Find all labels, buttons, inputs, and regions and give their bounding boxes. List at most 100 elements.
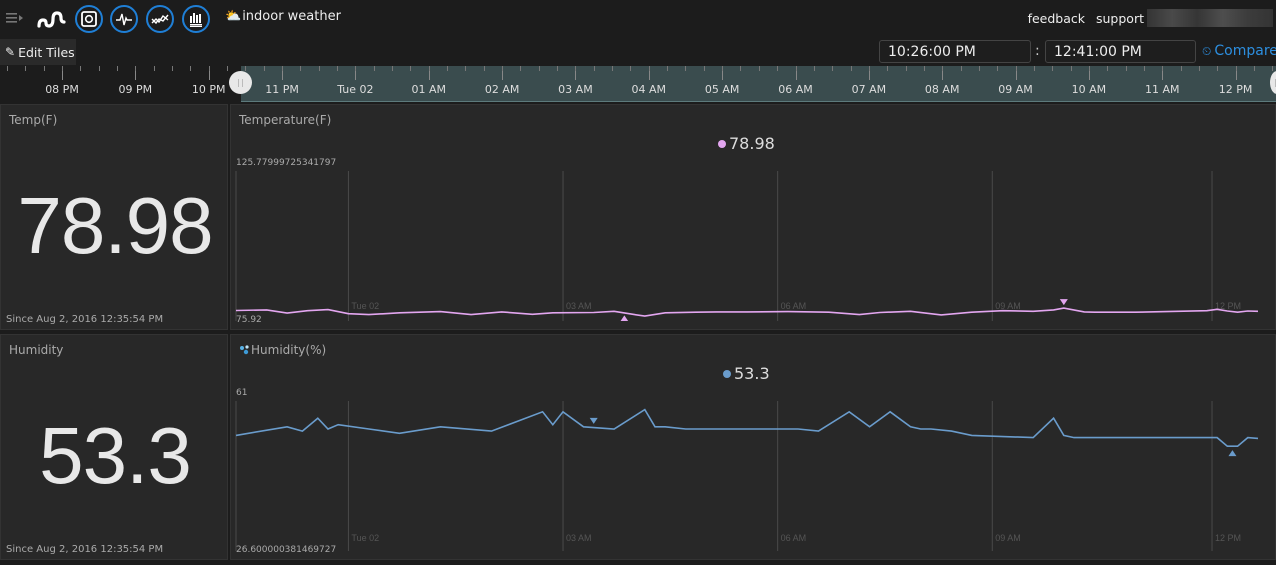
selected-range[interactable]: [241, 66, 1276, 102]
bars-app-icon: [190, 13, 202, 27]
timeline-minor-tick: [575, 66, 577, 71]
chart-title: Humidity(%): [251, 343, 327, 357]
timeline-minor-tick: [190, 66, 192, 71]
support-link[interactable]: support: [1096, 11, 1144, 26]
compare-button[interactable]: ⏲ Compare: [1202, 43, 1276, 59]
time-range-slider[interactable]: 08 PM 09 PM 10 PM 11 PM Tue 02 01 AM 02 AM 03 A…: [0, 66, 1276, 102]
timeline-label: 06 AM: [778, 83, 813, 96]
series-line[interactable]: [235, 307, 1259, 317]
x-tick-label: 06 AM: [781, 533, 807, 543]
temp-current-value: 78.98: [17, 181, 213, 270]
hamburger-menu-icon[interactable]: [6, 11, 24, 25]
timeline-label: 03 AM: [558, 83, 593, 96]
timeline-minor-tick: [483, 66, 485, 71]
safe-app-icon: [81, 11, 97, 27]
chart-title: Temperature(F): [239, 113, 332, 127]
timeline-label: 02 AM: [484, 83, 520, 96]
timeline-minor-tick: [98, 66, 100, 71]
tile-title: Temp(F): [9, 113, 58, 127]
timeline-minor-tick: [1125, 66, 1127, 71]
edit-tiles-button[interactable]: ✎ Edit Tiles: [0, 39, 76, 65]
timeline-minor-tick: [43, 66, 45, 71]
timeline-minor-tick: [337, 66, 339, 71]
timeline-minor-tick: [355, 66, 357, 71]
safe-app-button[interactable]: [75, 5, 103, 33]
timeline-minor-tick: [538, 66, 540, 71]
timeline-minor-tick: [1033, 66, 1035, 71]
current-value-text: 53.3: [734, 364, 770, 383]
timeline-label: 08 PM: [45, 83, 79, 96]
wave-logo-icon[interactable]: [37, 8, 67, 30]
timeline-label: 11 PM: [265, 83, 299, 96]
timeline-label: 09 AM: [998, 83, 1033, 96]
top-bar: ⛅ indoor weather feedback support: [0, 0, 1276, 38]
timeline-minor-tick: [172, 66, 174, 71]
tile-title: Humidity: [9, 343, 64, 357]
user-account-menu[interactable]: [1147, 9, 1273, 27]
legend-dot: [723, 369, 731, 378]
timeline-minor-tick: [612, 66, 614, 71]
timeline-minor-tick: [117, 66, 118, 71]
chart-current-value: 53.3: [723, 364, 770, 383]
humidity-current-value: 53.3: [39, 411, 192, 500]
timeline-minor-tick: [1217, 66, 1219, 71]
timeline-minor-tick: [1162, 66, 1164, 71]
time-separator: :: [1035, 43, 1040, 59]
bars-app-button[interactable]: [182, 5, 210, 33]
timeline-minor-tick: [942, 66, 944, 71]
timeline-label: 07 AM: [851, 83, 887, 96]
temperature-chart-tile[interactable]: Temperature(F) 78.98 125.77999725341797 …: [230, 104, 1276, 330]
timeline-minor-tick: [630, 66, 632, 71]
timeline-minor-tick: [1272, 66, 1274, 71]
dashboard-title[interactable]: ⛅ indoor weather: [225, 9, 341, 24]
timeline-minor-tick: [557, 66, 559, 71]
x-tick-label: 12 PM: [1215, 533, 1241, 543]
timeline-minor-tick: [1235, 66, 1237, 71]
legend-dot: [718, 139, 726, 148]
y-max-label: 125.77999725341797: [236, 158, 337, 168]
current-value-text: 78.98: [729, 134, 775, 153]
humidity-chart-tile[interactable]: Humidity(%) 53.3 61 26.600000381469727 T…: [230, 334, 1276, 560]
timeline-minor-tick: [1143, 66, 1145, 71]
humidity-value-tile[interactable]: Humidity 53.3 Since Aug 2, 2016 12:35:54…: [0, 334, 228, 560]
end-time-input[interactable]: 12:41:00 PM: [1045, 40, 1196, 63]
dashboard-title-text: indoor weather: [242, 9, 341, 24]
x-tick-label: Tue 02: [351, 301, 379, 311]
timeline-label: 10 AM: [1071, 83, 1107, 96]
timeline-minor-tick: [373, 66, 375, 71]
timeline-minor-tick: [850, 66, 852, 71]
timeline-label: 08 AM: [924, 83, 960, 96]
timeline-label: 11 AM: [1144, 83, 1180, 96]
timeline-minor-tick: [428, 66, 430, 71]
trend-app-button[interactable]: [146, 5, 174, 33]
timeline-minor-tick: [227, 66, 229, 71]
max-marker: [1059, 299, 1068, 306]
start-time-input[interactable]: 10:26:00 PM: [879, 40, 1031, 63]
timeline-label: 05 AM: [704, 83, 740, 96]
range-start-handle[interactable]: [229, 71, 252, 94]
timeline-minor-tick: [667, 66, 669, 71]
timeline-minor-tick: [868, 66, 870, 71]
feedback-link[interactable]: feedback: [1028, 11, 1085, 26]
temp-value-tile[interactable]: Temp(F) 78.98 Since Aug 2, 2016 12:35:54…: [0, 104, 228, 330]
timeline-minor-tick: [593, 66, 595, 71]
timeline-minor-tick: [648, 66, 650, 71]
min-marker: [620, 315, 629, 321]
timeline-minor-tick: [25, 66, 27, 71]
timeline-minor-tick: [832, 66, 834, 71]
pulse-app-icon: [116, 13, 132, 26]
timeline-minor-tick: [245, 66, 247, 71]
humidity-line-chart[interactable]: Tue 02 03 AM 06 AM 09 AM 12 PM: [235, 401, 1261, 551]
chart-title-row: Humidity(%): [239, 343, 326, 357]
timeline-label: 01 AM: [411, 83, 447, 96]
pulse-app-button[interactable]: [110, 5, 138, 33]
series-line[interactable]: [235, 408, 1259, 447]
timeline-minor-tick: [1015, 66, 1017, 71]
temperature-line-chart[interactable]: Tue 02 03 AM 06 AM 09 AM 12 PM: [235, 171, 1261, 321]
timeline-minor-tick: [795, 66, 797, 71]
timeline-minor-tick: [1198, 66, 1200, 71]
timeline-label: 04 AM: [631, 83, 667, 96]
timeline-minor-tick: [1052, 66, 1054, 71]
timeline-minor-tick: [410, 66, 412, 71]
since-timestamp: Since Aug 2, 2016 12:35:54 PM: [6, 544, 164, 555]
